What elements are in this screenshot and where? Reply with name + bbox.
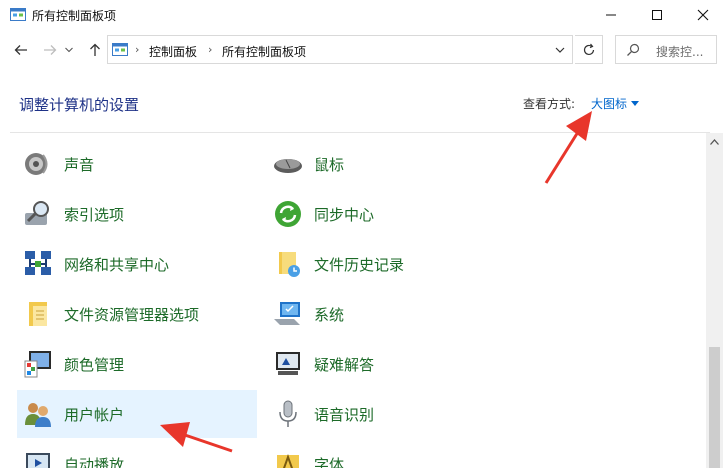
autoplay-icon [21, 447, 55, 468]
control-panel-items: 声音 鼠标 索引选项 同步中心 网络和共享中心 文件历史记录 文件资源管理器选项… [0, 140, 708, 468]
color-management-icon [21, 347, 55, 381]
item-speech-recognition[interactable]: 语音识别 [267, 390, 507, 438]
close-button[interactable] [680, 0, 723, 30]
title-bar: 所有控制面板项 [0, 0, 723, 30]
arrow-right-icon [44, 45, 57, 55]
item-label[interactable]: 网络和共享中心 [64, 254, 169, 275]
caret-down-icon [631, 101, 640, 106]
breadcrumb-control-panel[interactable]: 控制面板 [149, 43, 197, 60]
troubleshoot-icon [271, 347, 305, 381]
arrow-up-icon [90, 43, 100, 56]
minimize-icon [606, 14, 616, 16]
mouse-icon [271, 147, 305, 181]
item-fonts[interactable]: 字体 [267, 440, 507, 468]
user-accounts-icon [21, 397, 55, 431]
item-label[interactable]: 用户帐户 [64, 404, 124, 425]
view-by-dropdown[interactable]: 大图标 [591, 95, 640, 112]
item-mouse[interactable]: 鼠标 [267, 140, 507, 188]
item-sound[interactable]: 声音 [17, 140, 257, 188]
maximize-icon [652, 10, 662, 20]
recent-locations-button[interactable] [63, 40, 75, 60]
scroll-up-icon[interactable] [710, 139, 719, 145]
refresh-button[interactable] [575, 35, 603, 64]
item-label[interactable]: 自动播放 [64, 454, 124, 468]
close-icon [697, 9, 709, 21]
item-label[interactable]: 同步中心 [314, 204, 374, 225]
breadcrumb-separator-icon[interactable]: › [208, 43, 212, 56]
item-label[interactable]: 语音识别 [314, 404, 374, 425]
item-file-explorer-options[interactable]: 文件资源管理器选项 [17, 290, 257, 338]
navigation-bar: › 控制面板 › 所有控制面板项 搜索控... [0, 34, 723, 66]
scrollbar-thumb[interactable] [709, 347, 720, 468]
file-history-icon [271, 247, 305, 281]
item-label[interactable]: 文件历史记录 [314, 254, 404, 275]
search-placeholder: 搜索控... [656, 45, 704, 59]
item-troubleshooting[interactable]: 疑难解答 [267, 340, 507, 388]
item-indexing-options[interactable]: 索引选项 [17, 190, 257, 238]
item-label[interactable]: 字体 [314, 454, 344, 468]
microphone-icon [271, 397, 305, 431]
breadcrumb-separator-icon[interactable]: › [135, 43, 139, 56]
page-title: 调整计算机的设置 [19, 96, 140, 114]
item-network-sharing[interactable]: 网络和共享中心 [17, 240, 257, 288]
speaker-icon [21, 147, 55, 181]
control-panel-icon [112, 43, 128, 56]
item-file-history[interactable]: 文件历史记录 [267, 240, 507, 288]
item-user-accounts[interactable]: 用户帐户 [17, 390, 257, 438]
control-panel-icon [10, 8, 26, 21]
item-label[interactable]: 鼠标 [314, 154, 344, 175]
back-button[interactable] [11, 40, 31, 60]
item-label[interactable]: 文件资源管理器选项 [64, 304, 199, 325]
divider [10, 132, 710, 133]
view-by-value[interactable]: 大图标 [591, 95, 627, 112]
breadcrumb-all-items[interactable]: 所有控制面板项 [222, 43, 306, 60]
fonts-icon [271, 447, 305, 468]
item-sync-center[interactable]: 同步中心 [267, 190, 507, 238]
vertical-scrollbar[interactable] [706, 133, 723, 468]
item-label[interactable]: 疑难解答 [314, 354, 374, 375]
search-icon [627, 43, 640, 56]
window-title: 所有控制面板项 [32, 9, 117, 23]
chevron-down-icon[interactable] [552, 42, 568, 58]
item-color-management[interactable]: 颜色管理 [17, 340, 257, 388]
up-button[interactable] [85, 40, 105, 60]
item-system[interactable]: 系统 [267, 290, 507, 338]
address-bar[interactable]: › 控制面板 › 所有控制面板项 [107, 35, 573, 64]
index-search-icon [21, 197, 55, 231]
network-icon [21, 247, 55, 281]
folder-options-icon [21, 297, 55, 331]
forward-button[interactable] [40, 40, 60, 60]
item-label[interactable]: 索引选项 [64, 204, 124, 225]
chevron-down-icon [65, 47, 73, 53]
minimize-button[interactable] [588, 0, 634, 30]
refresh-icon [583, 43, 594, 55]
maximize-button[interactable] [634, 0, 680, 30]
view-by-label: 查看方式: [523, 97, 576, 111]
sync-icon [271, 197, 305, 231]
item-autoplay[interactable]: 自动播放 [17, 440, 257, 468]
system-monitor-icon [271, 297, 305, 331]
item-label[interactable]: 声音 [64, 154, 94, 175]
item-label[interactable]: 颜色管理 [64, 354, 124, 375]
item-label[interactable]: 系统 [314, 304, 344, 325]
search-box[interactable]: 搜索控... [615, 35, 717, 64]
arrow-left-icon [14, 45, 27, 55]
